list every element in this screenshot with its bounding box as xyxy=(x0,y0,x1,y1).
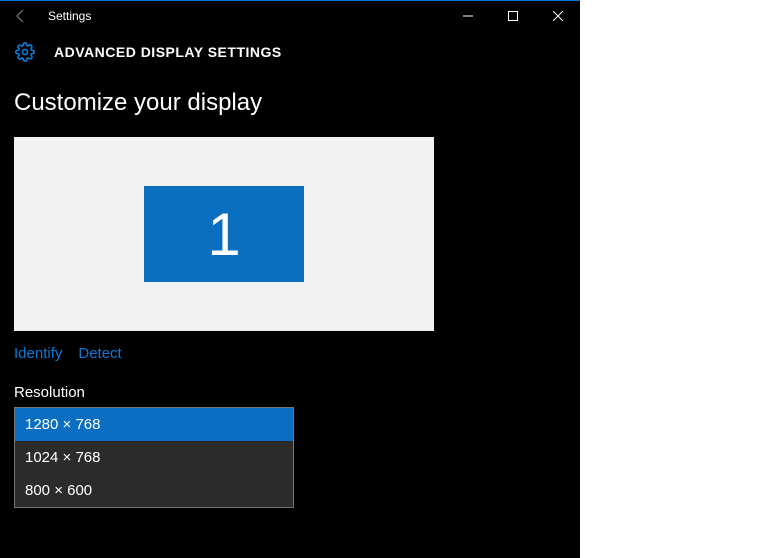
resolution-dropdown[interactable]: 1280 × 768 1024 × 768 800 × 600 xyxy=(14,407,294,508)
maximize-button[interactable] xyxy=(490,1,535,31)
settings-window: Settings ADVANCED DISPLAY SETTINGS Custo… xyxy=(0,0,580,558)
resolution-option[interactable]: 800 × 600 xyxy=(15,474,293,507)
window-controls xyxy=(445,1,580,31)
page-header: ADVANCED DISPLAY SETTINGS xyxy=(0,31,580,81)
monitor-tile-1[interactable]: 1 xyxy=(144,186,304,282)
display-actions: Identify Detect xyxy=(14,345,566,362)
close-button[interactable] xyxy=(535,1,580,31)
monitor-number: 1 xyxy=(207,200,240,269)
resolution-option[interactable]: 1280 × 768 xyxy=(15,408,293,441)
resolution-option[interactable]: 1024 × 768 xyxy=(15,441,293,474)
resolution-label: Resolution xyxy=(14,384,566,401)
gear-icon xyxy=(14,41,36,63)
section-title: Customize your display xyxy=(14,89,566,117)
window-title: Settings xyxy=(48,9,91,23)
display-preview: 1 xyxy=(14,137,434,331)
detect-link[interactable]: Detect xyxy=(78,345,121,362)
titlebar: Settings xyxy=(0,1,580,31)
identify-link[interactable]: Identify xyxy=(14,345,62,362)
content-area: Customize your display 1 Identify Detect… xyxy=(0,89,580,508)
back-button[interactable] xyxy=(6,1,36,31)
minimize-button[interactable] xyxy=(445,1,490,31)
page-title: ADVANCED DISPLAY SETTINGS xyxy=(54,44,282,60)
